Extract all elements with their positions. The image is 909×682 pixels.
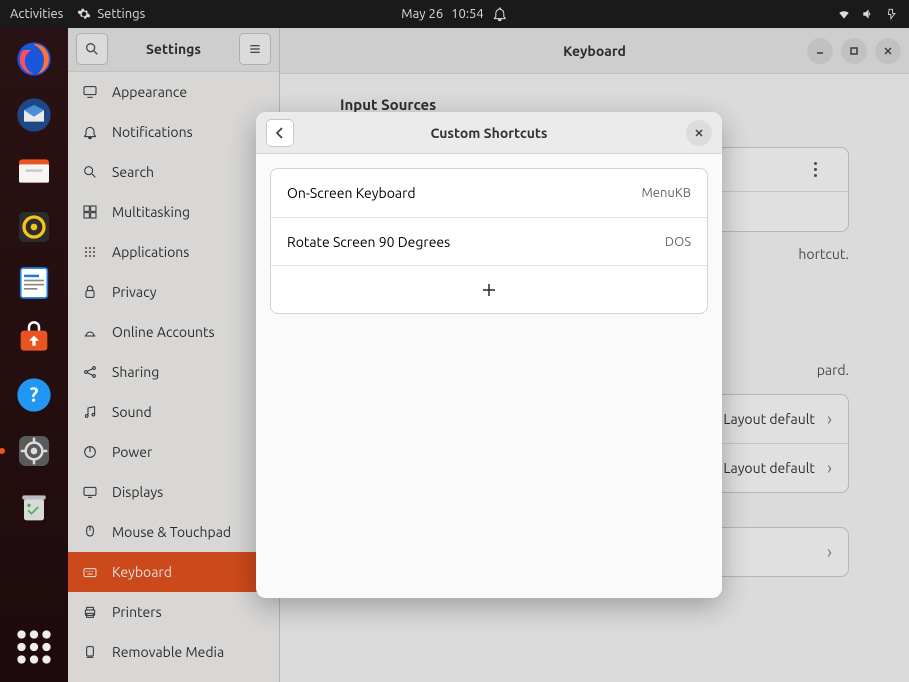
plus-icon: [481, 282, 497, 298]
svg-text:?: ?: [30, 383, 39, 406]
top-bar: Activities Settings May 26 10:54: [0, 0, 909, 28]
dock-software[interactable]: [9, 314, 59, 364]
dock-rhythmbox[interactable]: [9, 202, 59, 252]
shortcut-accelerator: DOS: [665, 235, 691, 249]
dock-help[interactable]: ?: [9, 370, 59, 420]
activities-button[interactable]: Activities: [10, 7, 63, 21]
app-indicator[interactable]: Settings: [77, 7, 145, 21]
shortcut-list: On-Screen Keyboard MenuKB Rotate Screen 90…: [270, 168, 708, 314]
dock-thunderbird[interactable]: [9, 90, 59, 140]
shortcut-row[interactable]: On-Screen Keyboard MenuKB: [271, 169, 707, 217]
shortcut-label: Rotate Screen 90 Degrees: [287, 234, 450, 250]
dialog-title: Custom Shortcuts: [430, 125, 547, 141]
chevron-left-icon: [274, 127, 286, 139]
dock-show-apps[interactable]: [9, 622, 59, 672]
custom-shortcuts-dialog: Custom Shortcuts On-Screen Keyboard MenuK…: [256, 112, 722, 598]
power-icon: [885, 7, 899, 21]
close-icon: [694, 128, 704, 138]
add-shortcut-button[interactable]: [271, 265, 707, 313]
shortcut-label: On-Screen Keyboard: [287, 185, 416, 201]
notification-bell-icon: [492, 6, 508, 22]
clock-time: 10:54: [451, 7, 484, 21]
volume-icon: [861, 7, 875, 21]
dock: ?: [0, 28, 68, 682]
dialog-close-button[interactable]: [686, 120, 712, 146]
dock-trash[interactable]: [9, 482, 59, 532]
system-status-area[interactable]: [837, 7, 899, 21]
app-indicator-label: Settings: [97, 7, 145, 21]
shortcut-row[interactable]: Rotate Screen 90 Degrees DOS: [271, 217, 707, 265]
dock-files[interactable]: [9, 146, 59, 196]
dialog-header: Custom Shortcuts: [256, 112, 722, 154]
dock-firefox[interactable]: [9, 34, 59, 84]
dock-libreoffice-writer[interactable]: [9, 258, 59, 308]
clock-date: May 26: [401, 7, 443, 21]
dock-settings[interactable]: [9, 426, 59, 476]
back-button[interactable]: [266, 119, 294, 147]
clock[interactable]: May 26 10:54: [401, 6, 507, 22]
gear-icon: [77, 7, 91, 21]
wifi-icon: [837, 7, 851, 21]
shortcut-accelerator: MenuKB: [642, 186, 692, 200]
